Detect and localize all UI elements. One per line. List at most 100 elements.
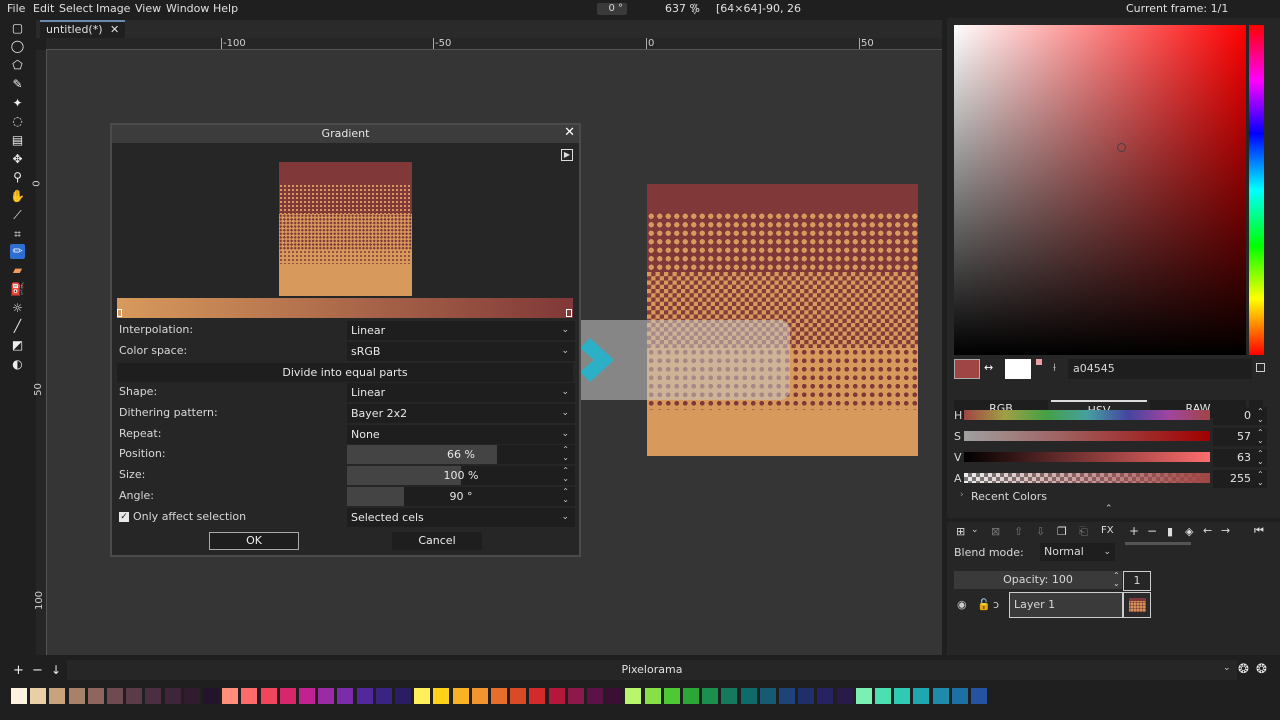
color-space-dropdown[interactable]: sRGB ⌄ — [347, 342, 575, 361]
palette-swatch[interactable] — [779, 688, 795, 704]
palette-swatch[interactable] — [433, 688, 450, 704]
rotation-field[interactable]: 0 ° — [597, 3, 627, 15]
polygon-select-icon[interactable]: ⬠ — [10, 58, 25, 73]
hex-input[interactable]: a04545 — [1068, 359, 1252, 379]
pan-icon[interactable]: ✋ — [10, 189, 25, 204]
palette-swatch[interactable] — [548, 688, 565, 704]
channel-v-slider[interactable] — [964, 452, 1210, 462]
layer-name-button[interactable]: Layer 1 — [1009, 592, 1123, 618]
lock-icon[interactable]: 🔓 — [977, 598, 991, 611]
recent-colors-toggle[interactable]: Recent Colors — [971, 490, 1047, 503]
tag-icon[interactable]: ◈ — [1185, 525, 1193, 538]
eyedropper-icon[interactable]: ⟊ — [1053, 361, 1056, 375]
palette-swatch[interactable] — [971, 688, 987, 704]
tab-close-icon[interactable]: ✕ — [110, 23, 119, 36]
repeat-dropdown[interactable]: None ⌄ — [347, 425, 575, 444]
add-frame-icon[interactable]: + — [1129, 524, 1139, 538]
palette-swatch[interactable] — [164, 688, 181, 704]
gradient-stop-start[interactable] — [117, 309, 122, 317]
chevron-down-icon[interactable]: ⌄ — [971, 525, 979, 535]
picker-cursor[interactable] — [1117, 143, 1126, 152]
palette-menu-icon[interactable]: ↓ — [51, 663, 61, 677]
palette-swatch[interactable] — [318, 688, 335, 704]
menu-file[interactable]: File — [7, 2, 25, 15]
palette-swatch[interactable] — [798, 688, 815, 704]
palette-swatch[interactable] — [663, 688, 680, 704]
divide-equal-parts-button[interactable]: Divide into equal parts — [117, 363, 573, 382]
crop-icon[interactable]: ⌗ — [10, 227, 25, 242]
spin-arrows-icon[interactable]: ⌃ ⌄ — [1257, 471, 1264, 487]
spin-arrows-icon[interactable]: ⌃ ⌄ — [1113, 572, 1120, 588]
lasso-icon[interactable]: ◌ — [10, 114, 25, 129]
tab-untitled[interactable]: untitled(*) ✕ — [40, 20, 126, 38]
reset-colors-icon[interactable] — [1036, 359, 1042, 365]
spin-arrows-icon[interactable]: ⌃ ⌄ — [1257, 429, 1264, 445]
add-layer-icon[interactable]: ⊞ — [956, 525, 965, 538]
palette-swatch[interactable] — [567, 688, 584, 704]
palette-swatch[interactable] — [702, 688, 719, 704]
move-left-icon[interactable]: ← — [1203, 524, 1212, 537]
pencil-icon[interactable]: ✏ — [10, 244, 25, 259]
clone-layer-icon[interactable]: ❐ — [1057, 525, 1067, 538]
palette-swatch[interactable] — [299, 688, 315, 704]
dithering-dropdown[interactable]: Bayer 2x2 ⌄ — [347, 404, 575, 423]
timeline-scrollbar[interactable] — [1125, 542, 1191, 545]
menu-image[interactable]: Image — [96, 2, 130, 15]
palette-swatch[interactable] — [510, 688, 527, 704]
primary-color-swatch[interactable] — [954, 359, 980, 379]
menu-view[interactable]: View — [135, 2, 161, 15]
palette-swatch[interactable] — [126, 688, 143, 704]
first-frame-icon[interactable]: ⏮ — [1254, 524, 1264, 538]
palette-swatch[interactable] — [913, 688, 930, 704]
merge-down-icon[interactable]: ⎗ — [1079, 525, 1088, 539]
interpolation-dropdown[interactable]: Linear ⌄ — [347, 321, 575, 340]
palette-swatch[interactable] — [740, 688, 757, 704]
palette-swatch[interactable] — [11, 688, 27, 704]
magic-wand-icon[interactable]: ✦ — [10, 96, 25, 111]
swap-colors-icon[interactable]: ↔ — [984, 361, 993, 374]
picker-shape-icon[interactable] — [1256, 363, 1265, 372]
menu-help[interactable]: Help — [213, 2, 238, 15]
palette-swatch[interactable] — [337, 688, 354, 704]
palette-swatch[interactable] — [279, 688, 296, 704]
palette-swatch[interactable] — [836, 688, 853, 704]
zoom-icon[interactable]: ⚲ — [10, 170, 25, 185]
palette-swatch[interactable] — [471, 688, 488, 704]
line-icon[interactable]: ╱ — [10, 319, 25, 334]
palette-swatch[interactable] — [491, 688, 507, 704]
palette-swatch[interactable] — [375, 688, 392, 704]
chevron-down-icon[interactable]: ⌄ — [1223, 663, 1231, 673]
move-down-icon[interactable]: ⇩ — [1036, 525, 1045, 538]
palette-swatch[interactable] — [894, 688, 911, 704]
palette-swatch[interactable] — [529, 688, 546, 704]
palette-swatch[interactable] — [203, 688, 219, 704]
palette-swatch[interactable] — [107, 688, 123, 704]
link-icon[interactable]: ↄ — [993, 598, 999, 611]
palette-swatch[interactable] — [183, 688, 200, 704]
eye-icon[interactable]: ◉ — [957, 598, 967, 611]
move-up-icon[interactable]: ⇧ — [1014, 525, 1023, 538]
position-slider[interactable]: 66 % ⌃ ⌄ — [347, 445, 575, 464]
palette-selector[interactable]: Pixelorama — [67, 660, 1237, 680]
palette-swatch[interactable] — [87, 688, 104, 704]
hue-slider[interactable] — [1249, 25, 1264, 355]
size-slider[interactable]: 100 % ⌃ ⌄ — [347, 466, 575, 485]
gradient-stop-end[interactable] — [566, 309, 572, 317]
spin-arrows-icon[interactable]: ⌃ ⌄ — [562, 446, 569, 462]
rect-select-icon[interactable]: ▢ — [10, 21, 25, 36]
palette-swatch[interactable] — [817, 688, 834, 704]
paint-select-icon[interactable]: ▤ — [10, 133, 25, 148]
channel-s-slider[interactable] — [964, 431, 1210, 441]
palette-swatch[interactable] — [875, 688, 891, 704]
frame-number-button[interactable]: 1 — [1123, 571, 1151, 591]
angle-slider[interactable]: 90 ° ⌃ ⌄ — [347, 487, 575, 506]
palette-swatch[interactable] — [932, 688, 949, 704]
palette-swatch[interactable] — [625, 688, 642, 704]
shape-dropdown[interactable]: Linear ⌄ — [347, 383, 575, 402]
palette-swatch[interactable] — [356, 688, 373, 704]
rectangle-icon[interactable]: ◩ — [10, 338, 25, 353]
palette-swatch[interactable] — [395, 688, 411, 704]
ellipse-icon[interactable]: ◐ — [10, 357, 25, 372]
gradient-bar[interactable] — [117, 298, 573, 318]
palette-swatch[interactable] — [683, 688, 699, 704]
